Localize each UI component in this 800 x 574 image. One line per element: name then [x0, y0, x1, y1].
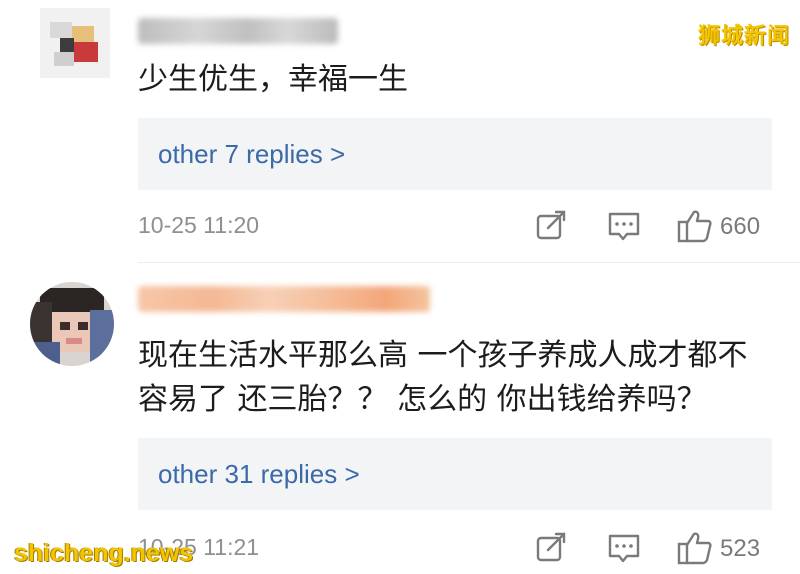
comment-meta: 10-25 11:20 660 [138, 206, 772, 246]
comment-icon[interactable] [606, 530, 642, 566]
watermark-bottom: shicheng.news [14, 539, 194, 567]
like-count: 660 [720, 213, 761, 240]
comment-timestamp: 10-25 11:20 [138, 212, 260, 238]
username-blurred[interactable] [138, 286, 430, 312]
comment-text: 现在生活水平那么高 一个孩子养成人成才都不容易了 还三胎？？ 怎么的 你出钱给养… [138, 338, 748, 417]
share-edit-icon[interactable] [534, 530, 570, 566]
comment-meta: 10-25 11:21 523 [138, 528, 772, 568]
thumbs-up-icon [677, 532, 712, 565]
comment-text: 少生优生，幸福一生 [138, 62, 408, 97]
like-count: 523 [720, 535, 761, 562]
comment-item: 现在生活水平那么高 一个孩子养成人成才都不容易了 还三胎？？ 怎么的 你出钱给养… [0, 262, 800, 574]
more-replies-link[interactable]: other 7 replies > [138, 118, 772, 190]
thumbs-up-icon [677, 210, 712, 243]
like-button[interactable]: 523 [676, 530, 776, 566]
username-blurred[interactable] [138, 18, 338, 44]
comment-item: 少生优生，幸福一生 other 7 replies > 10-25 11:20 [0, 0, 800, 262]
like-button[interactable]: 660 [676, 208, 776, 244]
avatar[interactable] [40, 8, 110, 78]
comment-icon[interactable] [606, 208, 642, 244]
more-replies-link[interactable]: other 31 replies > [138, 438, 772, 510]
share-edit-icon[interactable] [534, 208, 570, 244]
avatar[interactable] [30, 282, 114, 366]
